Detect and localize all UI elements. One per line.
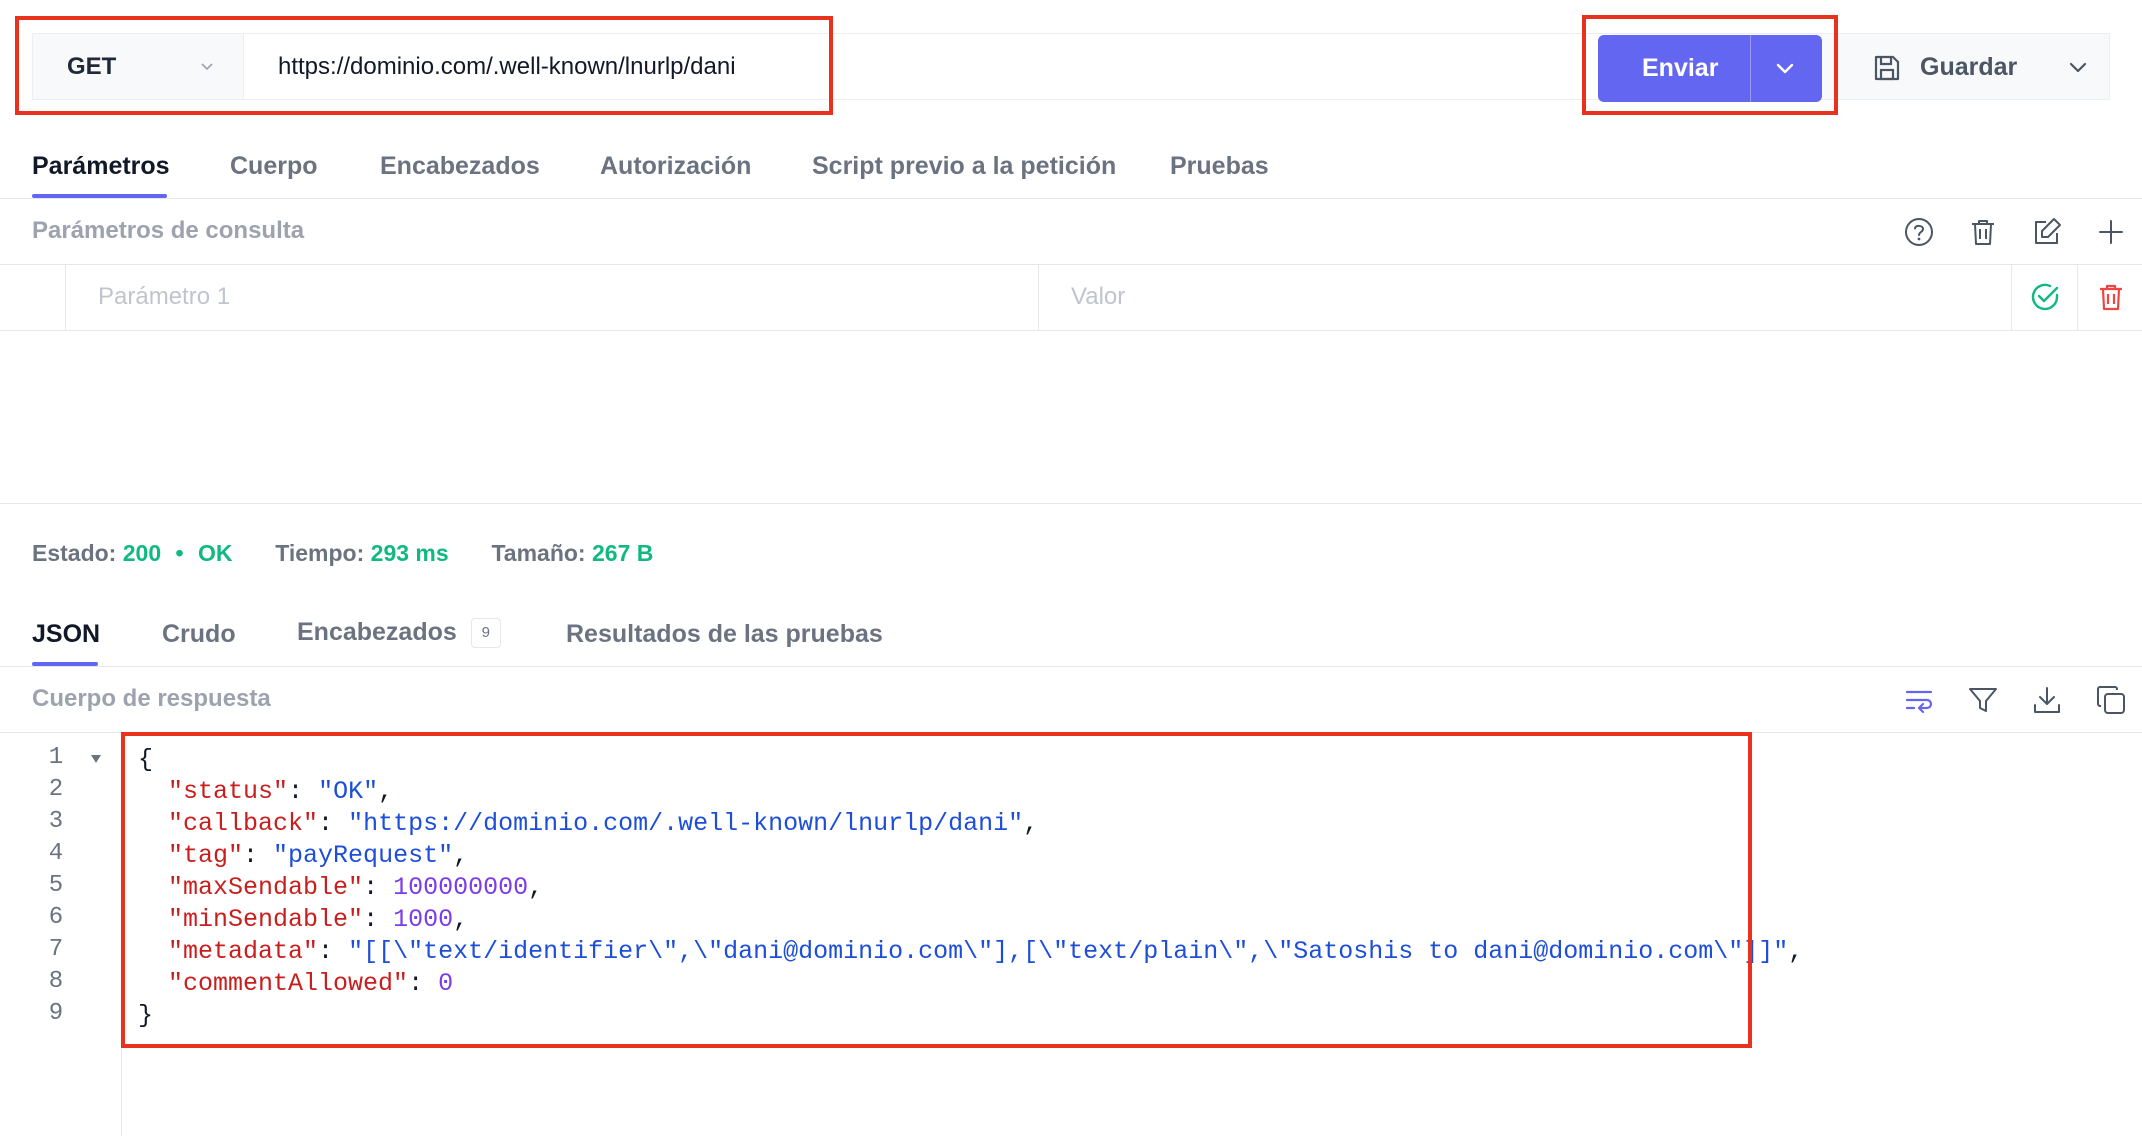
query-params-header: Parámetros de consulta xyxy=(0,199,2142,265)
url-text: https://dominio.com/.well-known/lnurlp/d… xyxy=(278,52,736,80)
fold-arrow-icon[interactable] xyxy=(90,754,102,764)
line-number: 6 xyxy=(48,904,64,931)
tab-resultados-pruebas[interactable]: Resultados de las pruebas xyxy=(566,620,883,649)
tab-response-encabezados[interactable]: Encabezados 9 xyxy=(297,618,501,649)
send-button-label: Enviar xyxy=(1642,54,1719,82)
status-code: 200 xyxy=(122,540,162,566)
query-param-row: Parámetro 1 Valor xyxy=(0,264,2142,331)
code-line: "status": "OK", xyxy=(168,777,394,806)
method-select[interactable]: GET xyxy=(33,34,243,99)
size-label: Tamaño: xyxy=(491,540,586,566)
url-input[interactable]: https://dominio.com/.well-known/lnurlp/d… xyxy=(243,34,1613,99)
line-number: 3 xyxy=(48,808,64,835)
check-circle-icon xyxy=(2031,283,2059,311)
tab-parametros[interactable]: Parámetros xyxy=(32,152,170,181)
tab-autorizacion[interactable]: Autorización xyxy=(600,152,751,181)
param-key-placeholder: Parámetro 1 xyxy=(98,283,231,310)
save-icon xyxy=(1874,55,1900,81)
active-tab-indicator xyxy=(32,662,98,666)
line-number: 5 xyxy=(48,872,64,899)
param-delete-button[interactable] xyxy=(2078,264,2142,330)
save-button[interactable]: Guardar xyxy=(1860,35,2110,100)
trash-icon[interactable] xyxy=(1966,215,2000,249)
line-number: 9 xyxy=(48,1000,64,1027)
filter-icon[interactable] xyxy=(1966,683,2000,717)
line-number-gutter: 1 2 3 4 5 6 7 8 9 xyxy=(0,732,122,1136)
code-line: { xyxy=(138,745,154,774)
status-text: OK xyxy=(197,540,233,566)
status-separator: • xyxy=(175,540,184,566)
chevron-down-icon xyxy=(201,63,213,71)
code-line: "minSendable": 1000, xyxy=(168,905,469,934)
param-key-input[interactable]: Parámetro 1 xyxy=(66,264,1039,330)
line-number: 2 xyxy=(48,776,64,803)
tab-json[interactable]: JSON xyxy=(32,620,100,649)
method-label: GET xyxy=(67,52,117,80)
tab-encabezados[interactable]: Encabezados xyxy=(380,152,540,181)
code-line: } xyxy=(138,1001,154,1030)
code-line: "tag": "payRequest", xyxy=(168,841,469,870)
save-button-label: Guardar xyxy=(1920,53,2018,81)
tab-response-encabezados-label: Encabezados xyxy=(297,618,457,646)
divider xyxy=(0,503,2142,504)
response-editor[interactable]: 1 2 3 4 5 6 7 8 9 { "status": "OK", "cal… xyxy=(0,732,2142,1136)
plus-icon[interactable] xyxy=(2094,215,2128,249)
trash-icon xyxy=(2100,284,2122,311)
help-icon[interactable] xyxy=(1902,215,1936,249)
tab-cuerpo[interactable]: Cuerpo xyxy=(230,152,318,181)
param-toggle-button[interactable] xyxy=(2012,264,2078,330)
response-body-header: Cuerpo de respuesta xyxy=(0,667,2142,733)
chevron-down-icon[interactable] xyxy=(1776,61,1794,77)
param-value-placeholder: Valor xyxy=(1071,283,1126,310)
request-tabs: Parámetros Cuerpo Encabezados Autorizaci… xyxy=(0,140,2142,199)
line-number: 1 xyxy=(48,744,64,771)
response-body-title: Cuerpo de respuesta xyxy=(32,685,271,712)
send-button-divider xyxy=(1750,35,1751,102)
response-status: Estado: 200 • OK Tiempo: 293 ms Tamaño: … xyxy=(32,540,653,567)
line-number: 4 xyxy=(48,840,64,867)
tab-crudo[interactable]: Crudo xyxy=(162,620,236,649)
copy-icon[interactable] xyxy=(2094,683,2128,717)
time-value: 293 ms xyxy=(370,540,449,566)
active-tab-indicator xyxy=(32,194,167,198)
chevron-down-icon[interactable] xyxy=(2068,59,2088,77)
param-drag-handle[interactable] xyxy=(0,264,66,330)
tab-pruebas[interactable]: Pruebas xyxy=(1170,152,1269,181)
tab-script-previo[interactable]: Script previo a la petición xyxy=(812,152,1116,181)
line-number: 8 xyxy=(48,968,64,995)
code-line: "maxSendable": 100000000, xyxy=(168,873,544,902)
code-line: "metadata": "[[\"text/identifier\",\"dan… xyxy=(168,937,1804,966)
param-value-input[interactable]: Valor xyxy=(1039,264,2012,330)
code-line: "commentAllowed": 0 xyxy=(168,969,454,998)
headers-count-badge: 9 xyxy=(470,618,501,649)
time-label: Tiempo: xyxy=(275,540,365,566)
query-params-title: Parámetros de consulta xyxy=(32,217,305,244)
send-button[interactable]: Enviar xyxy=(1598,35,1822,102)
edit-icon[interactable] xyxy=(2030,215,2064,249)
status-label: Estado: xyxy=(32,540,117,566)
size-value: 267 B xyxy=(591,540,654,566)
code-line: "callback": "https://dominio.com/.well-k… xyxy=(168,809,1039,838)
response-tabs: JSON Crudo Encabezados 9 Resultados de la… xyxy=(0,600,2142,667)
download-icon[interactable] xyxy=(2030,683,2064,717)
wrap-icon[interactable] xyxy=(1902,683,1936,717)
line-number: 7 xyxy=(48,936,64,963)
